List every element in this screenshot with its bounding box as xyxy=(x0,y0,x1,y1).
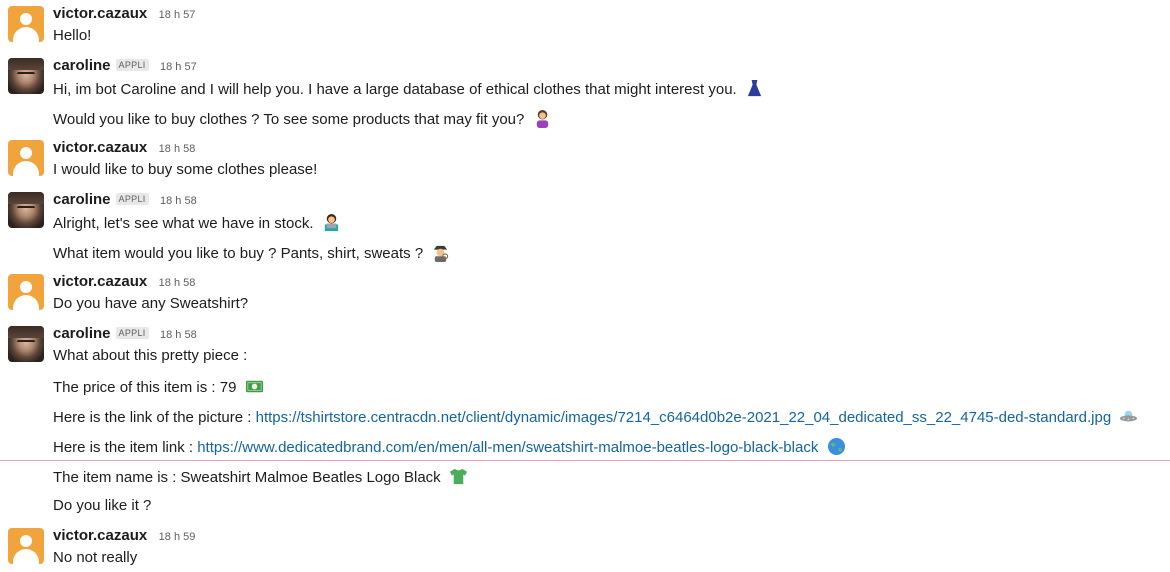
username[interactable]: caroline xyxy=(53,325,111,342)
username[interactable]: victor.cazaux xyxy=(53,5,147,22)
message-line: The price of this item is : 79 xyxy=(53,377,264,396)
username[interactable]: caroline xyxy=(53,191,111,208)
message-line: The item name is : Sweatshirt Malmoe Bea… xyxy=(53,467,468,486)
user-avatar[interactable] xyxy=(8,528,44,564)
message-text: What item would you like to buy ? Pants,… xyxy=(53,245,424,262)
message-text: Would you like to buy clothes ? To see s… xyxy=(53,111,525,128)
bot-avatar[interactable] xyxy=(8,326,44,362)
user-avatar[interactable] xyxy=(8,274,44,310)
timestamp[interactable]: 18 h 59 xyxy=(159,531,196,543)
message-line: Hi, im bot Caroline and I will help you.… xyxy=(53,79,764,98)
message-line: Here is the link of the picture : https:… xyxy=(53,407,1138,426)
message-text: Do you like it ? xyxy=(53,497,152,514)
woman-tipping-hand-emoji-icon xyxy=(536,109,548,128)
message-line: What item would you like to buy ? Pants,… xyxy=(53,243,450,262)
app-badge: APPLI xyxy=(115,59,149,71)
message-text: Here is the link of the picture : xyxy=(53,409,256,426)
bot-avatar[interactable] xyxy=(8,192,44,228)
timestamp[interactable]: 18 h 57 xyxy=(160,61,197,73)
app-badge: APPLI xyxy=(115,327,149,339)
timestamp[interactable]: 18 h 58 xyxy=(160,329,197,341)
message-text: The item name is : Sweatshirt Malmoe Bea… xyxy=(53,469,441,486)
new-messages-divider xyxy=(0,460,1170,461)
timestamp[interactable]: 18 h 58 xyxy=(160,195,197,207)
item-link[interactable]: https://www.dedicatedbrand.com/en/men/al… xyxy=(197,439,818,456)
detective-emoji-icon xyxy=(434,245,449,262)
username[interactable]: victor.cazaux xyxy=(53,273,147,290)
message-text: Here is the item link : xyxy=(53,439,198,456)
dollar-banknote-emoji-icon xyxy=(245,380,263,393)
globe-emoji-icon xyxy=(827,437,845,456)
timestamp[interactable]: 18 h 57 xyxy=(159,9,196,21)
timestamp[interactable]: 18 h 58 xyxy=(159,277,196,289)
message-text: No not really xyxy=(53,549,138,566)
dress-emoji-icon xyxy=(747,79,762,97)
message-line: Would you like to buy clothes ? To see s… xyxy=(53,109,552,128)
timestamp[interactable]: 18 h 58 xyxy=(159,143,196,155)
message-text: What about this pretty piece : xyxy=(53,347,248,364)
message-text: Alright, let's see what we have in stock… xyxy=(53,215,314,232)
message-text: Hi, im bot Caroline and I will help you.… xyxy=(53,81,737,98)
user-avatar[interactable] xyxy=(8,140,44,176)
bot-avatar[interactable] xyxy=(8,58,44,94)
message-text: Hello! xyxy=(53,27,92,44)
picture-link[interactable]: https://tshirtstore.centracdn.net/client… xyxy=(256,409,1112,426)
message-line: Alright, let's see what we have in stock… xyxy=(53,213,341,232)
message-text: Do you have any Sweatshirt? xyxy=(53,295,249,312)
message-line: Here is the item link : https://www.dedi… xyxy=(53,437,846,456)
tshirt-emoji-icon xyxy=(449,468,467,485)
flying-saucer-emoji-icon xyxy=(1120,410,1138,422)
username[interactable]: victor.cazaux xyxy=(53,527,147,544)
user-avatar[interactable] xyxy=(8,6,44,42)
app-badge: APPLI xyxy=(115,193,149,205)
message-text: I would like to buy some clothes please! xyxy=(53,161,318,178)
message-text: The price of this item is : 79 xyxy=(53,379,237,396)
username[interactable]: victor.cazaux xyxy=(53,139,147,156)
technologist-emoji-icon xyxy=(324,213,338,232)
username[interactable]: caroline xyxy=(53,57,111,74)
